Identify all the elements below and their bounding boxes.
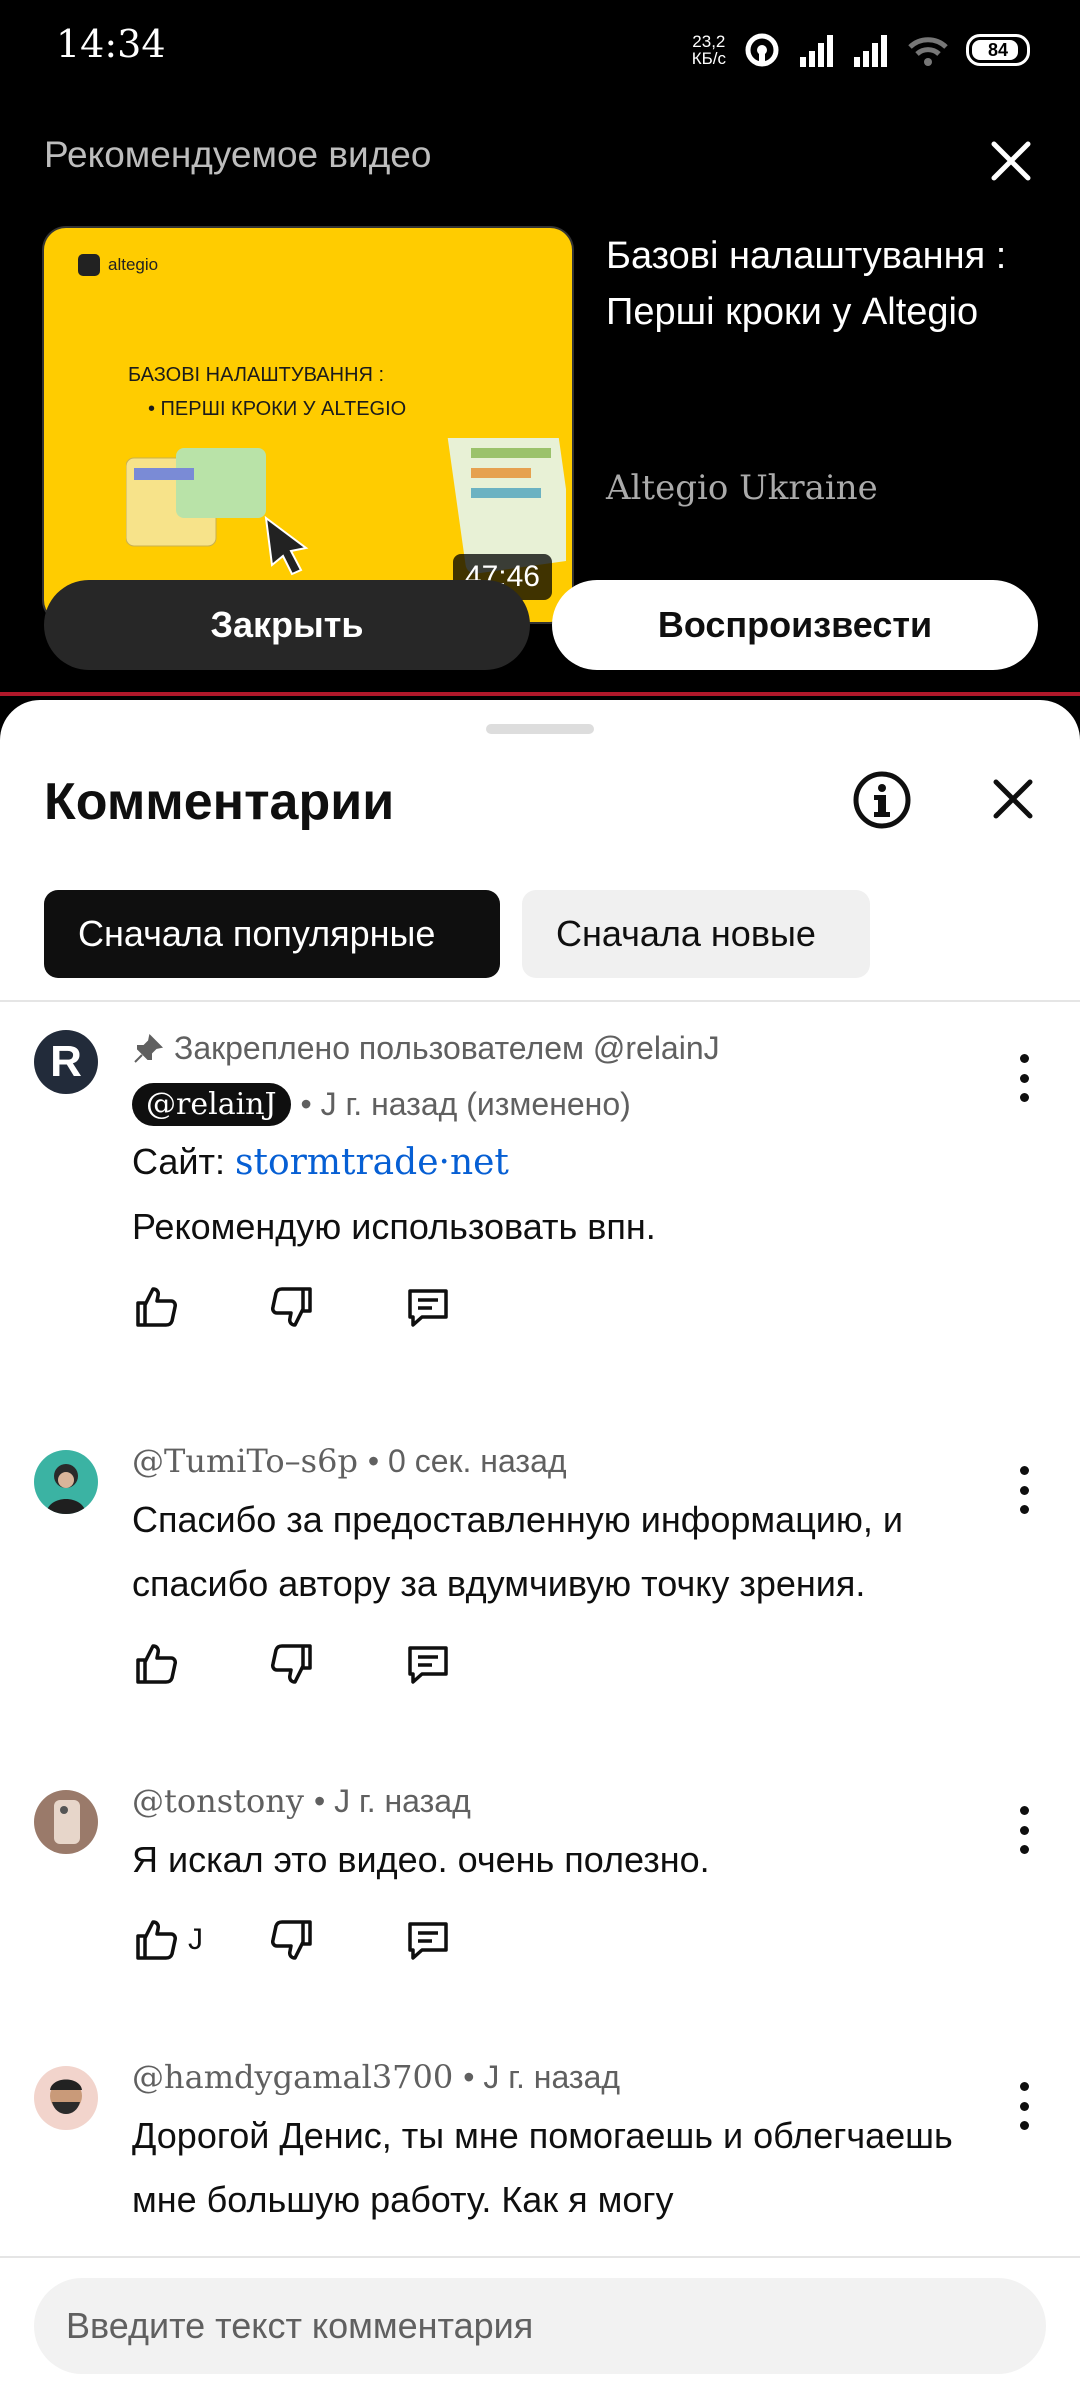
comment-text: Дорогой Денис, ты мне помогаешь и облегч… — [132, 2115, 953, 2220]
info-icon[interactable] — [852, 770, 912, 830]
sort-popular-tab[interactable]: Сначала популярные — [44, 890, 500, 978]
signal-icon — [800, 35, 833, 67]
site-link[interactable]: stormtrade·net — [235, 1142, 509, 1183]
comment-meta: @tonstony • J г. назад — [132, 1782, 980, 1820]
thumbs-up-icon — [136, 1644, 177, 1684]
comment-actions — [132, 1634, 980, 1694]
dislike-button[interactable] — [268, 1277, 404, 1337]
pin-icon — [134, 1033, 164, 1063]
comment-meta: @hamdygamal3700 • J г. назад — [132, 2058, 980, 2096]
more-options-icon[interactable] — [1018, 1806, 1030, 1854]
comment-input[interactable]: Введите текст комментария — [34, 2278, 1046, 2374]
more-options-icon[interactable] — [1018, 1466, 1030, 1514]
comment-time: • J г. назад — [313, 1782, 471, 1819]
dislike-button[interactable] — [268, 1634, 404, 1694]
comment-meta: @TumiTo–s6p • 0 сек. назад — [132, 1442, 980, 1480]
thumbnail-logo: altegio — [78, 254, 158, 276]
comment-text: Сайт: stormtrade·net — [132, 1141, 509, 1183]
drag-handle[interactable] — [486, 724, 594, 734]
divider — [0, 1000, 1080, 1002]
comments-title: Комментарии — [44, 773, 395, 831]
comment-time: • J г. назад (изменено) — [300, 1086, 631, 1122]
avatar[interactable] — [34, 1450, 98, 1514]
comment-time: • 0 сек. назад — [367, 1442, 567, 1479]
reply-icon — [408, 1289, 448, 1327]
reply-icon — [408, 1646, 448, 1684]
comment-text: Я искал это видео. очень полезно. — [132, 1839, 710, 1880]
channel-name[interactable]: Altegio Ukraine — [606, 468, 878, 508]
comments-sheet: Комментарии Сначала популярные Сначала н… — [0, 700, 1080, 2400]
thumbs-up-icon — [136, 1920, 177, 1960]
avatar[interactable]: R — [34, 1030, 98, 1094]
signal-icon-2 — [854, 35, 887, 67]
more-options-icon[interactable] — [1018, 2082, 1030, 2130]
network-speed: 23,2 КБ/с — [691, 32, 726, 68]
like-button[interactable] — [132, 1277, 268, 1337]
more-options-icon[interactable] — [1018, 1054, 1030, 1102]
sort-newest-tab[interactable]: Сначала новые — [522, 890, 870, 978]
like-button[interactable]: J — [132, 1910, 268, 1970]
avatar[interactable] — [34, 1790, 98, 1854]
close-icon[interactable] — [988, 774, 1038, 824]
video-thumbnail[interactable]: altegio БАЗОВІ НАЛАШТУВАННЯ : • ПЕРШІ КР… — [44, 228, 572, 622]
like-button[interactable] — [132, 1634, 268, 1694]
play-button[interactable]: Воспроизвести — [552, 580, 1038, 670]
thumbs-down-icon — [271, 1644, 312, 1684]
comment-actions: J — [132, 1910, 980, 1970]
recommended-video-card: Рекомендуемое видео altegio БАЗОВІ НАЛАШ… — [0, 100, 1080, 695]
pinned-label: Закреплено пользователем @relainJ — [132, 1030, 980, 1067]
comment-time: • J г. назад — [463, 2058, 621, 2095]
thumbs-up-icon — [136, 1287, 177, 1327]
hotspot-icon — [745, 33, 779, 67]
reply-icon — [408, 1922, 448, 1960]
like-count: J — [188, 1923, 203, 1956]
thumbnail-text: БАЗОВІ НАЛАШТУВАННЯ : • ПЕРШІ КРОКИ У AL… — [128, 364, 407, 420]
author-badge[interactable]: @relainJ — [132, 1083, 291, 1126]
status-bar: 14:34 23,2 КБ/с 84 — [0, 0, 1080, 100]
reply-button[interactable] — [404, 1910, 540, 1970]
video-title[interactable]: Базові налаштування : Перші кроки у Alte… — [606, 228, 1046, 340]
progress-line — [0, 692, 1080, 696]
wifi-icon — [908, 37, 948, 66]
close-button[interactable]: Закрыть — [44, 580, 530, 670]
comment-actions — [132, 1277, 980, 1337]
comment-text: Рекомендую использовать впн. — [132, 1206, 656, 1247]
recommended-label: Рекомендуемое видео — [44, 134, 432, 175]
comment-composer: Введите текст комментария — [0, 2256, 1080, 2402]
dislike-button[interactable] — [268, 1910, 404, 1970]
reply-button[interactable] — [404, 1277, 540, 1337]
thumbs-down-icon — [271, 1287, 312, 1327]
battery-level: 84 — [987, 39, 1009, 60]
comment-input-placeholder: Введите текст комментария — [66, 2305, 534, 2346]
status-time: 14:34 — [56, 22, 166, 66]
comment-meta: @relainJ • J г. назад (изменено) — [132, 1083, 980, 1126]
author-name[interactable]: @tonstony — [132, 1782, 304, 1820]
reply-button[interactable] — [404, 1634, 540, 1694]
avatar[interactable] — [34, 2066, 98, 2130]
close-icon[interactable] — [986, 136, 1036, 186]
thumbs-down-icon — [271, 1920, 312, 1960]
status-icons: 23,2 КБ/с 84 — [692, 30, 1030, 70]
comment-text: Спасибо за предоставленную информацию, и… — [132, 1499, 904, 1604]
author-name[interactable]: @hamdygamal3700 — [132, 2058, 453, 2096]
author-name[interactable]: @TumiTo–s6p — [132, 1442, 358, 1480]
battery-icon: 84 — [966, 34, 1030, 66]
